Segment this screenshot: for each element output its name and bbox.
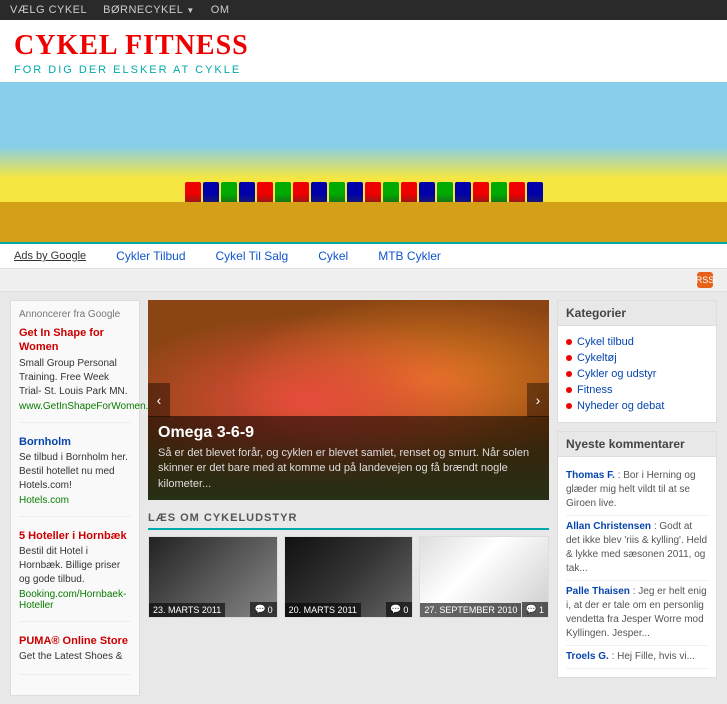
- sidebar-ad-title-4[interactable]: PUMA® Online Store: [19, 634, 131, 648]
- comment-item-3: Palle Thaisen : Jeg er helt enig i, at d…: [566, 581, 708, 646]
- ad-link-mtb[interactable]: MTB Cykler: [378, 249, 441, 263]
- sidebar-ad-url-3[interactable]: Booking.com/Hornbaek-Hoteller: [19, 589, 131, 611]
- rss-icon[interactable]: RSS: [697, 272, 713, 288]
- hero-image: [0, 82, 727, 242]
- sidebar-ad-4: PUMA® Online Store Get the Latest Shoes …: [19, 634, 131, 675]
- site-title: CYKEL FITNESS: [14, 30, 713, 62]
- rss-bar: RSS: [0, 269, 727, 292]
- featured-title[interactable]: Omega 3-6-9: [158, 424, 539, 442]
- comment-author-3[interactable]: Palle Thaisen: [566, 586, 630, 597]
- sidebar-ad-title-2[interactable]: Bornholm: [19, 435, 131, 449]
- sidebar-ad-url-1[interactable]: www.GetInShapeForWomen.c...: [19, 401, 131, 412]
- sidebar-ad-2: Bornholm Se tilbud i Bornholm her. Besti…: [19, 435, 131, 517]
- featured-overlay: Omega 3-6-9 Så er det blevet forår, og c…: [148, 416, 549, 500]
- sidebar-ad-body-3: Bestil dit Hotel i Hornbæk. Billige pris…: [19, 545, 131, 587]
- categories-list: Cykel tilbud Cykeltøj Cykler og udstyr F…: [558, 326, 716, 422]
- comment-item-1: Thomas F. : Bor i Herning og glæder mig …: [566, 465, 708, 516]
- featured-post: ‹ › Omega 3-6-9 Så er det blevet forår, …: [148, 300, 549, 500]
- site-subtitle: FOR DIG DER ELSKER AT CYKLE: [14, 64, 713, 76]
- comment-body-4: Hej Fille, hvis vi...: [617, 651, 695, 662]
- thumb-item-2[interactable]: 20. MARTS 2011 💬 0: [284, 536, 414, 618]
- sidebar-ad-3: 5 Hoteller i Hornbæk Bestil dit Hotel i …: [19, 529, 131, 622]
- thumb-item-1[interactable]: 23. MARTS 2011 💬 0: [148, 536, 278, 618]
- sidebar-ad-body-2: Se tilbud i Bornholm her. Bestil hotelle…: [19, 451, 131, 493]
- category-item-1[interactable]: Cykel tilbud: [566, 334, 708, 350]
- announce-header: Annoncerer fra Google: [19, 309, 131, 320]
- comment-item-4: Troels G. : Hej Fille, hvis vi...: [566, 646, 708, 669]
- category-item-3[interactable]: Cykler og udstyr: [566, 366, 708, 382]
- thumb-comment-1: 💬 0: [250, 602, 276, 617]
- comment-author-2[interactable]: Allan Christensen: [566, 521, 651, 532]
- comment-icon-2: 💬: [390, 604, 401, 615]
- thumbnail-grid: 23. MARTS 2011 💬 0 20. MARTS 2011 💬 0: [148, 536, 549, 618]
- next-button[interactable]: ›: [527, 383, 549, 417]
- bullet-icon: [566, 339, 572, 345]
- comment-icon-1: 💬: [254, 604, 265, 615]
- ads-by-google-label[interactable]: Ads by Google: [14, 250, 86, 262]
- thumb-date-3: 27. SEPTEMBER 2010: [420, 603, 521, 617]
- bullet-icon: [566, 403, 572, 409]
- comment-author-1[interactable]: Thomas F.: [566, 470, 615, 481]
- thumb-date-1: 23. MARTS 2011: [149, 603, 225, 617]
- categories-box: Kategorier Cykel tilbud Cykeltøj Cykler …: [557, 300, 717, 423]
- thumb-image-1: 23. MARTS 2011 💬 0: [149, 537, 277, 617]
- bullet-icon: [566, 371, 572, 377]
- thumb-image-3: 27. SEPTEMBER 2010 💬 1: [420, 537, 548, 617]
- thumb-comment-2: 💬 0: [386, 602, 412, 617]
- site-header: CYKEL FITNESS FOR DIG DER ELSKER AT CYKL…: [0, 20, 727, 82]
- dropdown-arrow-icon: ▼: [186, 6, 194, 15]
- bullet-icon: [566, 387, 572, 393]
- category-item-2[interactable]: Cykeltøj: [566, 350, 708, 366]
- category-item-5[interactable]: Nyheder og debat: [566, 398, 708, 414]
- sidebar-ad-url-2[interactable]: Hotels.com: [19, 495, 131, 506]
- thumb-comment-3: 💬 1: [522, 602, 548, 617]
- nav-bornecykel[interactable]: BØRNECYKEL ▼: [103, 4, 195, 16]
- comments-list: Thomas F. : Bor i Herning og glæder mig …: [558, 457, 716, 677]
- section-heading: LÆS OM CYKELUDSTYR: [148, 508, 549, 530]
- bullet-icon: [566, 355, 572, 361]
- comment-item-2: Allan Christensen : Godt at det ikke ble…: [566, 516, 708, 581]
- category-item-4[interactable]: Fitness: [566, 382, 708, 398]
- ad-bar: Ads by Google Cykler Tilbud Cykel Til Sa…: [0, 242, 727, 269]
- sidebar-ad-body-1: Small Group Personal Training. Free Week…: [19, 357, 131, 399]
- comments-heading: Nyeste kommentarer: [558, 432, 716, 457]
- comments-box: Nyeste kommentarer Thomas F. : Bor i Her…: [557, 431, 717, 678]
- nav-vaelg-cykel[interactable]: VÆLG CYKEL: [10, 4, 87, 16]
- top-navigation: VÆLG CYKEL BØRNECYKEL ▼ OM: [0, 0, 727, 20]
- comment-author-4[interactable]: Troels G.: [566, 651, 609, 662]
- featured-excerpt: Så er det blevet forår, og cyklen er ble…: [158, 446, 539, 492]
- right-sidebar: Kategorier Cykel tilbud Cykeltøj Cykler …: [557, 300, 717, 696]
- sidebar-ad-1: Get In Shape for Women Small Group Perso…: [19, 326, 131, 423]
- thumb-item-3[interactable]: 27. SEPTEMBER 2010 💬 1: [419, 536, 549, 618]
- center-content: ‹ › Omega 3-6-9 Så er det blevet forår, …: [148, 300, 549, 696]
- nav-om[interactable]: OM: [211, 4, 230, 16]
- thumb-date-2: 20. MARTS 2011: [285, 603, 361, 617]
- ad-link-cykel-til-salg[interactable]: Cykel Til Salg: [216, 249, 289, 263]
- main-content: Annoncerer fra Google Get In Shape for W…: [0, 292, 727, 704]
- sidebar-ad-title-1[interactable]: Get In Shape for Women: [19, 326, 131, 355]
- ad-link-cykler-tilbud[interactable]: Cykler Tilbud: [116, 249, 185, 263]
- categories-heading: Kategorier: [558, 301, 716, 326]
- thumb-image-2: 20. MARTS 2011 💬 0: [285, 537, 413, 617]
- left-sidebar: Annoncerer fra Google Get In Shape for W…: [10, 300, 140, 696]
- sunflowers-illustration: [0, 202, 727, 242]
- sidebar-ad-body-4: Get the Latest Shoes &: [19, 650, 131, 664]
- comment-icon-3: 💬: [526, 604, 537, 615]
- sidebar-ad-title-3[interactable]: 5 Hoteller i Hornbæk: [19, 529, 131, 543]
- ad-link-cykel[interactable]: Cykel: [318, 249, 348, 263]
- prev-button[interactable]: ‹: [148, 383, 170, 417]
